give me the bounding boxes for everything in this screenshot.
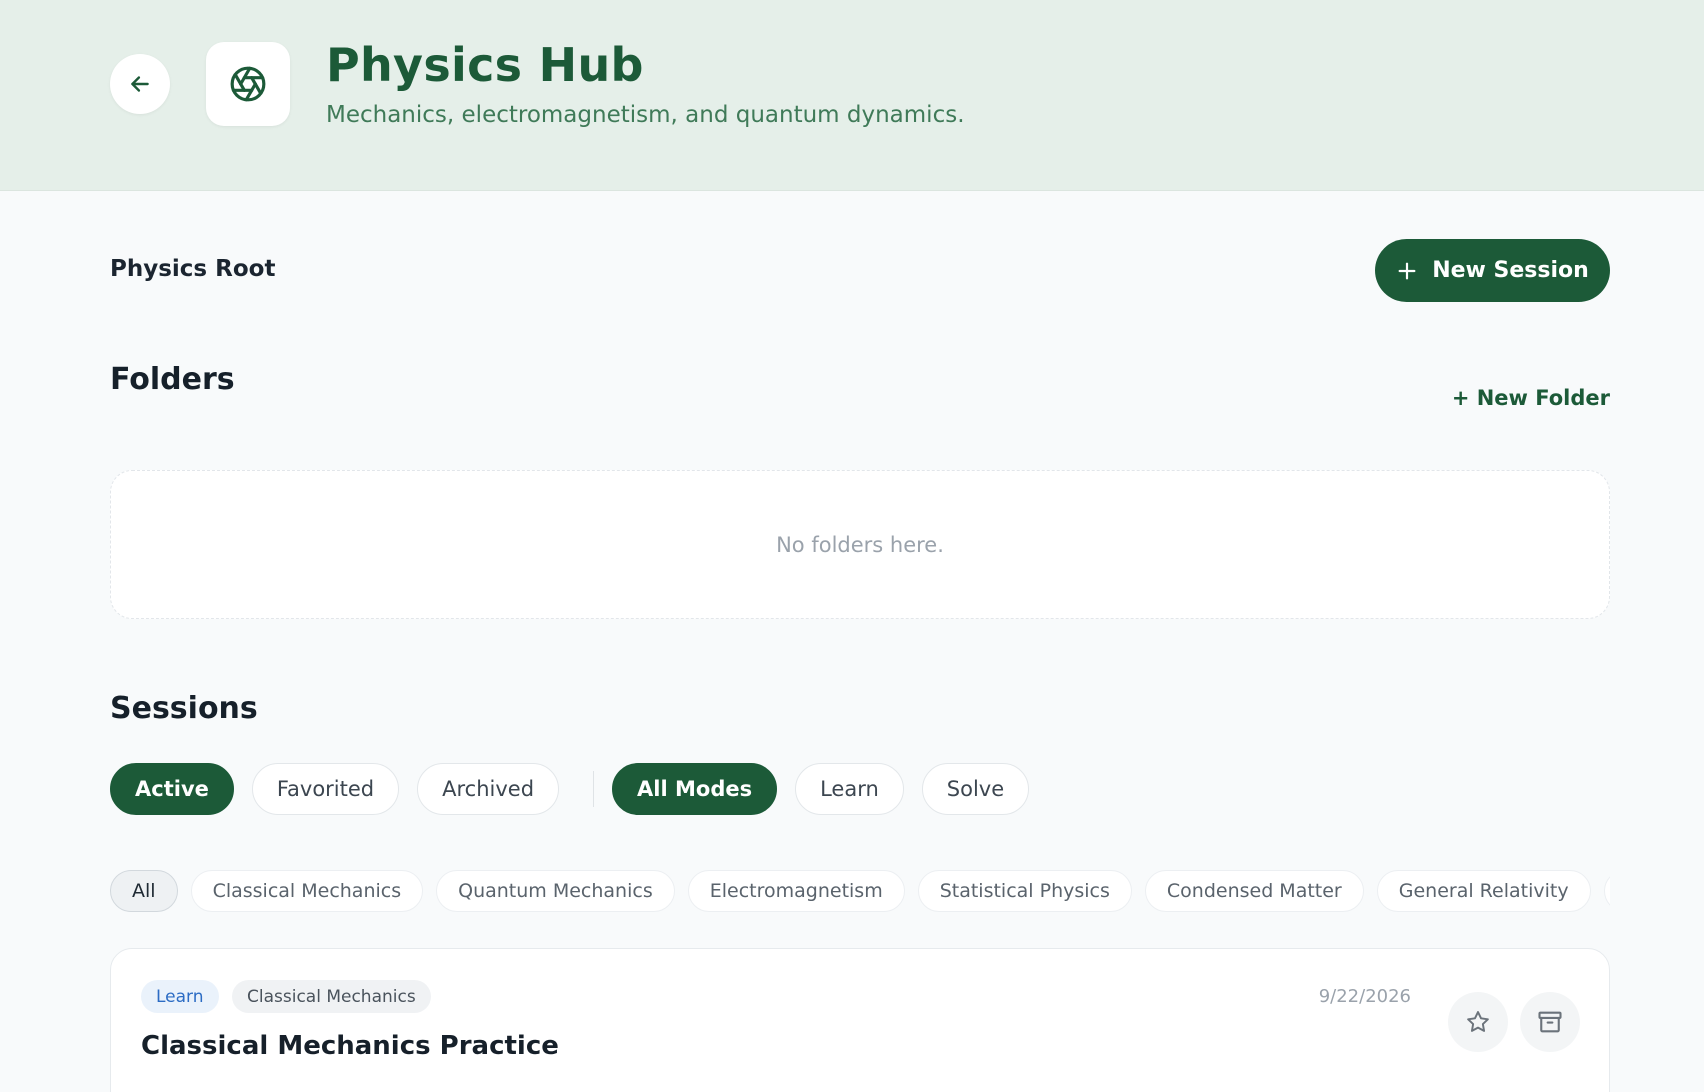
filter-active[interactable]: Active (110, 763, 234, 815)
new-folder-button[interactable]: + New Folder (1452, 386, 1610, 410)
folders-empty-state: No folders here. (110, 470, 1610, 619)
folders-empty-text: No folders here. (776, 532, 944, 557)
topic-chip-quantum-mechanics[interactable]: Quantum Mechanics (436, 870, 675, 912)
arrow-left-icon (131, 76, 149, 92)
session-filter-row: Active Favorited Archived All Modes Lear… (110, 763, 1047, 815)
star-icon (1467, 1011, 1489, 1032)
page-title: Physics Hub (326, 38, 644, 92)
topic-chip-truncated[interactable]: Op (1603, 870, 1610, 912)
folders-title: Folders (110, 362, 235, 397)
session-date: 9/22/2026 (1318, 986, 1411, 1007)
aperture-icon (230, 66, 266, 102)
favorite-button[interactable] (1448, 992, 1508, 1052)
archive-button[interactable] (1520, 992, 1580, 1052)
filter-learn[interactable]: Learn (795, 763, 904, 815)
topic-chip-general-relativity[interactable]: General Relativity (1376, 870, 1591, 912)
archive-icon (1538, 1011, 1562, 1033)
filter-archived[interactable]: Archived (417, 763, 560, 815)
hub-logo (206, 42, 290, 126)
session-title[interactable]: Classical Mechanics Practice (141, 1031, 559, 1061)
hub-header: Physics Hub Mechanics, electromagnetism,… (0, 0, 1704, 191)
topic-chip-condensed-matter[interactable]: Condensed Matter (1144, 870, 1364, 912)
topic-chip-classical-mechanics[interactable]: Classical Mechanics (190, 870, 424, 912)
new-session-label: New Session (1432, 258, 1589, 283)
filter-divider (593, 771, 595, 807)
sessions-title: Sessions (110, 691, 258, 726)
filter-solve[interactable]: Solve (921, 763, 1030, 815)
back-button[interactable] (110, 54, 170, 114)
filter-all-modes[interactable]: All Modes (612, 763, 778, 815)
new-session-button[interactable]: New Session (1375, 239, 1610, 302)
topic-chip-statistical-physics[interactable]: Statistical Physics (917, 870, 1132, 912)
topic-tag: Classical Mechanics (232, 980, 431, 1013)
topic-chip-electromagnetism[interactable]: Electromagnetism (687, 870, 905, 912)
topic-filter-scroller[interactable]: All Classical Mechanics Quantum Mechanic… (110, 869, 1610, 913)
mode-tag: Learn (141, 980, 219, 1013)
breadcrumb-root[interactable]: Physics Root (110, 256, 275, 282)
topic-chip-all[interactable]: All (110, 870, 178, 912)
page-subtitle: Mechanics, electromagnetism, and quantum… (326, 102, 965, 128)
session-card[interactable]: Learn Classical Mechanics 9/22/2026 Clas… (110, 948, 1610, 1092)
plus-icon (1398, 262, 1416, 279)
filter-favorited[interactable]: Favorited (251, 763, 400, 815)
